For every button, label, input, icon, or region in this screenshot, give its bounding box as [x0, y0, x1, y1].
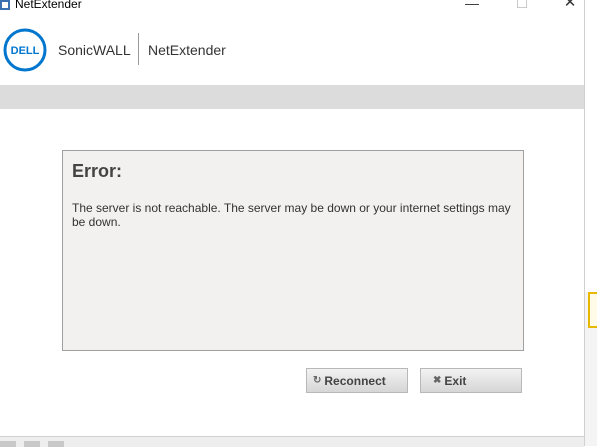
title-bar: NetExtender — ☐ ✕ [0, 0, 584, 14]
brand-netextender: NetExtender [148, 42, 226, 58]
brand-sonicwall: SonicWALL [58, 42, 131, 58]
close-button[interactable]: ✕ [560, 0, 580, 11]
error-panel: Error: The server is not reachable. The … [62, 150, 524, 351]
netextender-window: NetExtender — ☐ ✕ DELL SonicWALL NetExte… [0, 0, 584, 447]
exit-button[interactable]: ✖ Exit [420, 368, 522, 393]
reconnect-button[interactable]: ↻ Reconnect [306, 368, 408, 393]
exit-label: Exit [444, 373, 467, 388]
maximize-button[interactable]: ☐ [512, 0, 532, 11]
refresh-icon: ↻ [313, 375, 322, 386]
app-icon [0, 0, 10, 10]
dell-logo: DELL [3, 28, 47, 72]
taskbar-item [0, 441, 16, 447]
reconnect-label: Reconnect [324, 373, 386, 388]
background-highlight [588, 292, 597, 328]
background-window-fill [585, 0, 597, 292]
minimize-button[interactable]: — [462, 0, 482, 11]
taskbar-item [48, 441, 64, 447]
brand-header: DELL SonicWALL NetExtender [0, 14, 584, 84]
error-title: Error: [72, 161, 123, 181]
window-title: NetExtender [15, 0, 82, 11]
background-window-edge [584, 0, 597, 446]
x-icon: ✖ [433, 375, 442, 386]
error-message: The server is not reachable. The server … [72, 201, 511, 229]
dell-logo-text: DELL [11, 45, 40, 57]
taskbar-item [24, 441, 40, 447]
taskbar-strip [0, 436, 584, 447]
brand-divider [138, 33, 139, 65]
header-separator-bar [0, 85, 584, 109]
